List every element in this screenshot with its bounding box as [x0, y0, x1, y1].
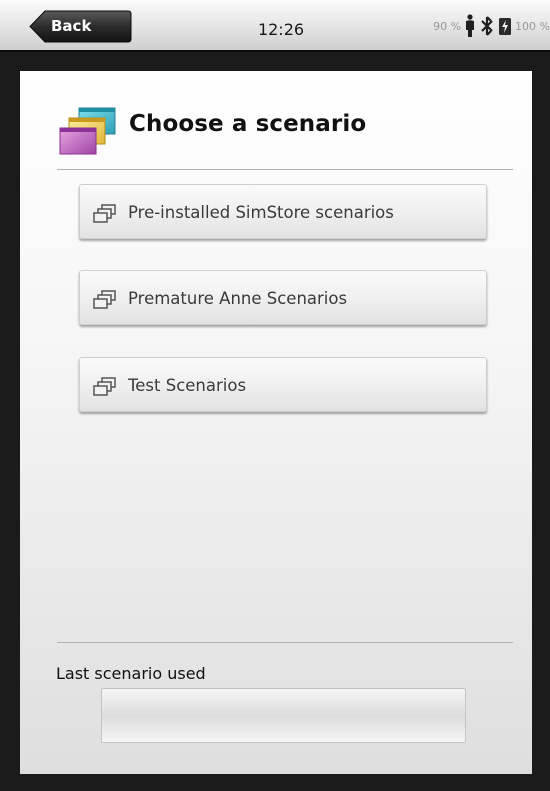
battery-right-percent: 100 % — [515, 19, 550, 33]
stacked-windows-icon — [93, 290, 116, 309]
scenario-button-label: Pre-installed SimStore scenarios — [128, 203, 394, 222]
stacked-windows-icon — [93, 204, 116, 223]
last-scenario-field[interactable] — [101, 688, 466, 743]
bottom-divider — [57, 642, 513, 643]
scenario-button-preinstalled[interactable]: Pre-installed SimStore scenarios — [79, 184, 487, 239]
scenario-button-premature-anne[interactable]: Premature Anne Scenarios — [79, 270, 487, 325]
status-indicators: 90 % 100 % — [433, 14, 550, 38]
person-icon — [466, 14, 475, 37]
scenario-panel: Choose a scenario Pre-installed SimStore… — [20, 71, 532, 774]
status-bar: Back 12:26 90 % 100 % — [0, 0, 550, 52]
page-title: Choose a scenario — [129, 111, 367, 137]
battery-left-percent: 90 % — [433, 19, 462, 33]
last-scenario-label: Last scenario used — [56, 664, 206, 683]
battery-charging-icon — [499, 17, 512, 35]
scenario-button-test[interactable]: Test Scenarios — [79, 357, 487, 412]
stacked-windows-icon — [93, 377, 116, 396]
scenario-button-label: Premature Anne Scenarios — [128, 289, 348, 308]
clock-time: 12:26 — [257, 20, 305, 39]
scenario-button-label: Test Scenarios — [128, 376, 247, 395]
title-divider — [57, 169, 513, 170]
stacked-windows-icon — [59, 107, 116, 155]
bluetooth-icon — [481, 16, 493, 36]
